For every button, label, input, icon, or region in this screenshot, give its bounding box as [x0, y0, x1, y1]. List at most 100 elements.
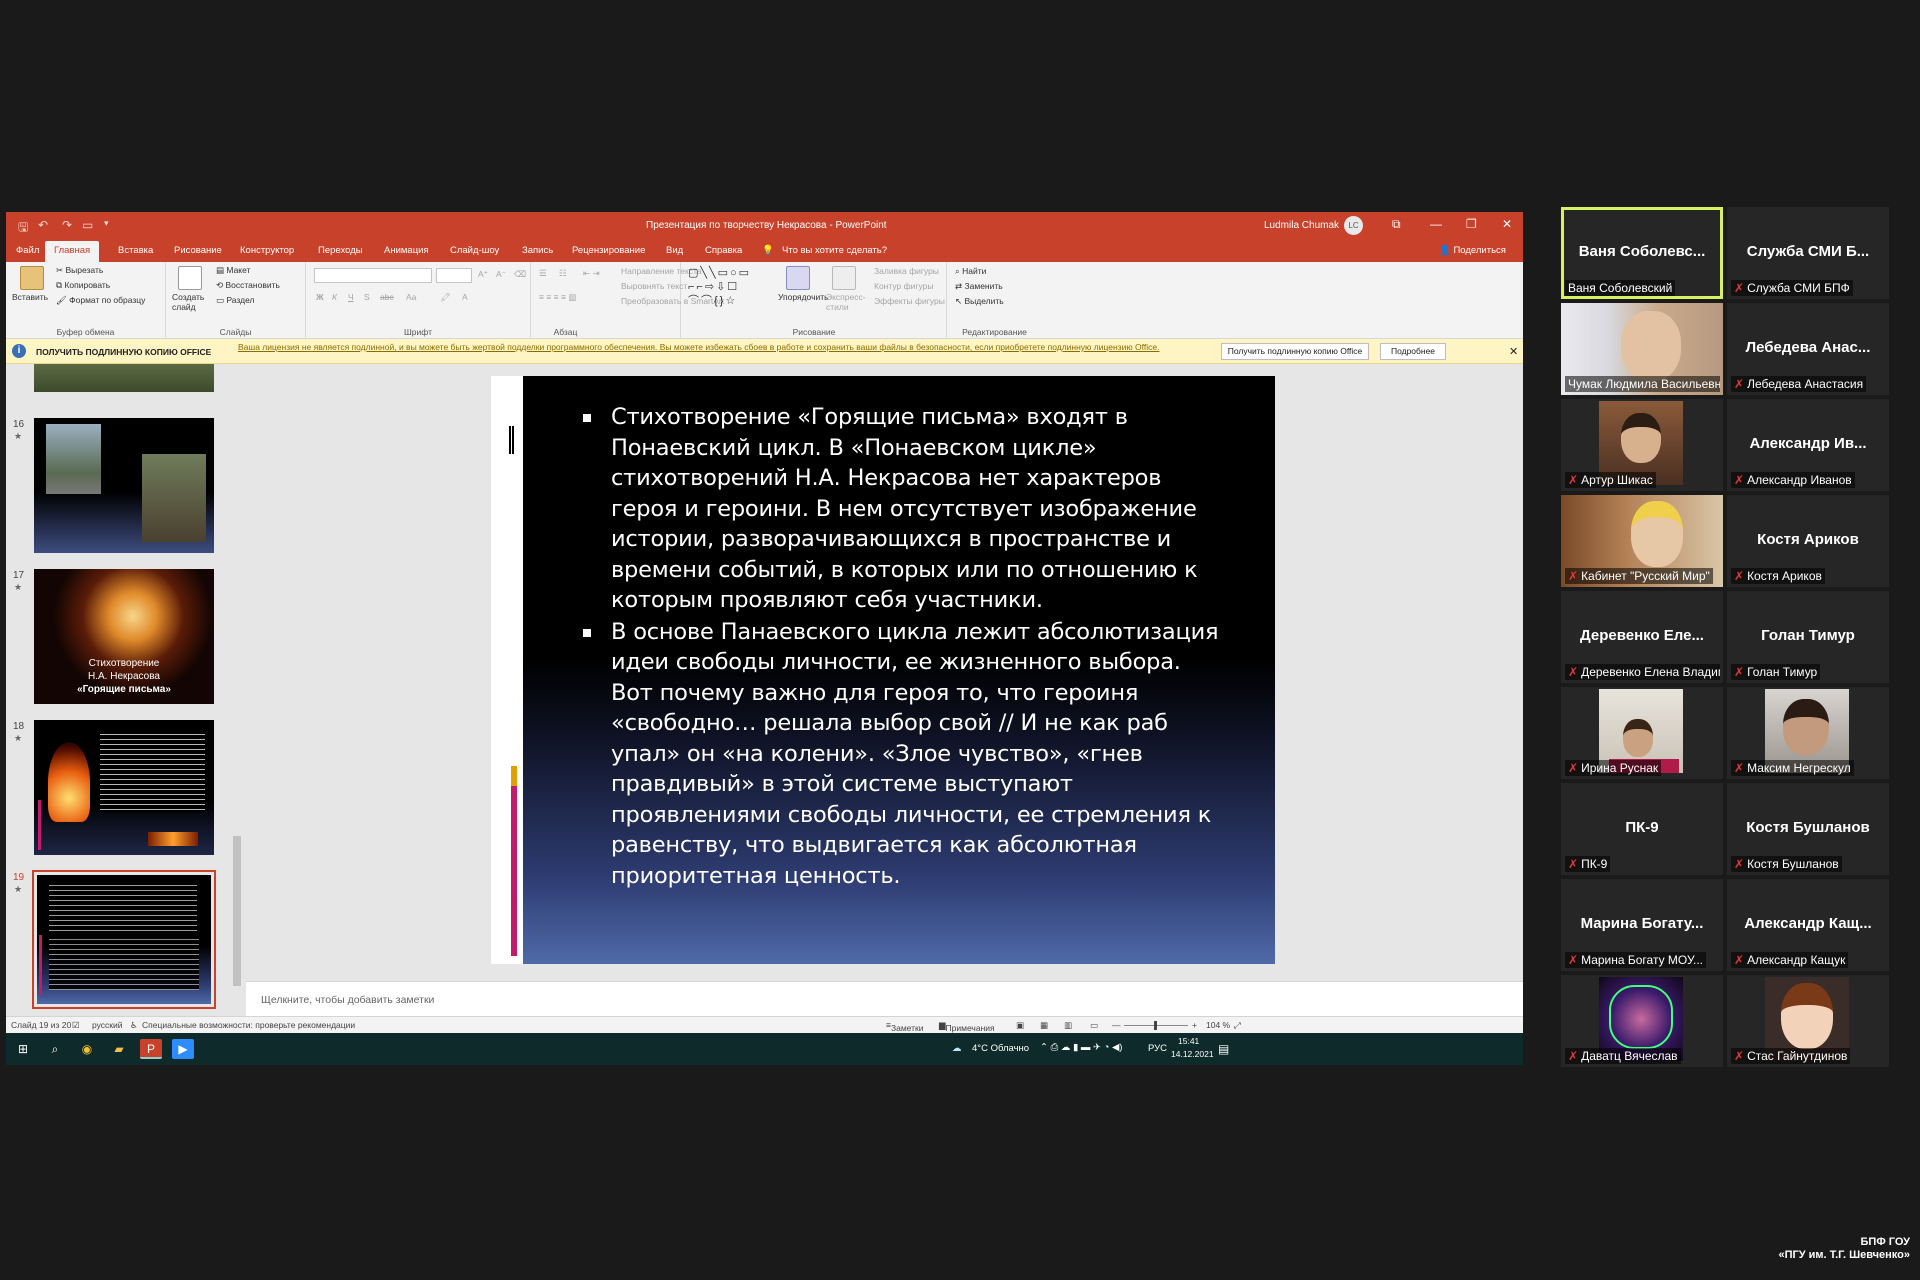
save-icon[interactable]: 🖫 [18, 218, 28, 239]
bullets-icon[interactable]: ☰ [539, 268, 547, 279]
zoom-slider-thumb[interactable] [1154, 1021, 1157, 1030]
reading-view-icon[interactable]: ▥ [1064, 1020, 1072, 1031]
clock-time[interactable]: 15:41 [1178, 1036, 1199, 1046]
highlight-icon[interactable]: 🖍 [440, 292, 451, 303]
zoom-out-icon[interactable]: — [1112, 1020, 1121, 1030]
select-button[interactable]: ↖ Выделить [955, 296, 1004, 307]
powerpoint-icon[interactable]: P [140, 1039, 162, 1059]
notification-icon[interactable]: ▤ [1218, 1042, 1229, 1056]
bold-button[interactable]: Ж [316, 292, 324, 302]
accessibility-icon[interactable]: ♿ [130, 1020, 138, 1031]
get-genuine-button[interactable]: Получить подлинную копию Office [1221, 343, 1369, 360]
participant-tile[interactable]: Костя Бушланов ✗ Костя Бушланов [1727, 783, 1889, 875]
sorter-view-icon[interactable]: ▦ [1040, 1020, 1048, 1031]
tray-icons[interactable]: ⌃ ⎙ ☁ ▮ ▬ ✈ ◔ ◀) [1040, 1042, 1122, 1053]
avatar[interactable]: LC [1344, 216, 1363, 235]
clear-format-icon[interactable]: ⌫ [514, 269, 526, 280]
slideshow-view-icon[interactable]: ▭ [1090, 1020, 1098, 1031]
tab-insert[interactable]: Вставка [118, 245, 153, 256]
new-slide-button[interactable]: Создать слайд [172, 292, 206, 312]
align-icons[interactable]: ≡ ≡ ≡ ≡ ▥ [539, 292, 576, 303]
participant-tile[interactable]: ✗ Даватц Вячеслав [1561, 975, 1723, 1067]
grow-font-icon[interactable]: A⁺ [478, 269, 488, 280]
tab-design[interactable]: Конструктор [240, 245, 294, 256]
format-painter-button[interactable]: 🖌 Формат по образцу [56, 295, 145, 306]
copy-button[interactable]: ⧉ Копировать [56, 280, 110, 291]
change-case-button[interactable]: Aa [406, 292, 416, 302]
chrome-icon[interactable]: ◉ [76, 1039, 98, 1059]
user-name[interactable]: Ludmila Chumak [1264, 220, 1339, 231]
participant-tile[interactable]: Голан Тимур ✗ Голан Тимур [1727, 591, 1889, 683]
participant-tile[interactable]: Деревенко Еле... ✗Деревенко Елена Владим… [1561, 591, 1723, 683]
ribbon-display-icon[interactable]: ⧉ [1392, 217, 1401, 232]
cut-button[interactable]: ✂ Вырезать [56, 265, 103, 276]
new-slide-icon[interactable] [178, 266, 202, 290]
spellcheck-icon[interactable]: ☑ [72, 1020, 80, 1031]
input-language[interactable]: РУС [1148, 1043, 1167, 1054]
participant-tile[interactable]: Костя Ариков ✗ Костя Ариков [1727, 495, 1889, 587]
arrange-button[interactable]: Упорядочить [778, 292, 829, 302]
participant-tile[interactable]: ПК-9 ✗ ПК-9 [1561, 783, 1723, 875]
reset-button[interactable]: ⟲ Восстановить [216, 280, 280, 291]
notes-toggle[interactable]: ≡ Заметки [886, 1020, 923, 1033]
fit-slide-icon[interactable]: ⤢ [1234, 1020, 1241, 1031]
current-slide[interactable]: Стихотворение «Горящие письма» входят в … [491, 376, 1275, 964]
tab-slideshow[interactable]: Слайд-шоу [450, 245, 499, 256]
accessibility-status[interactable]: Специальные возможности: проверьте реком… [142, 1020, 355, 1030]
close-icon[interactable]: ✕ [1502, 217, 1512, 231]
arrange-icon[interactable] [786, 266, 810, 290]
slide-editor-canvas[interactable]: Стихотворение «Горящие письма» входят в … [246, 364, 1523, 981]
slide-thumbnail[interactable]: Стихотворение Н.А. Некрасова «Горящие пи… [34, 569, 214, 704]
font-color-icon[interactable]: A [462, 292, 468, 302]
search-icon[interactable]: ⌕ [44, 1039, 66, 1059]
zoom-in-icon[interactable]: + [1192, 1020, 1197, 1030]
participant-tile[interactable]: Марина Богату... ✗ Марина Богату МОУ... [1561, 879, 1723, 971]
indent-icon[interactable]: ⇤ ⇥ [583, 268, 600, 279]
close-icon[interactable]: ✕ [1509, 345, 1518, 358]
shrink-font-icon[interactable]: A⁻ [496, 269, 506, 280]
italic-button[interactable]: К [332, 292, 337, 302]
find-button[interactable]: ⌕ Найти [955, 266, 986, 277]
notes-placeholder[interactable]: Щелкните, чтобы добавить заметки [261, 994, 434, 1006]
tab-home[interactable]: Главная [45, 241, 100, 262]
tab-help[interactable]: Справка [705, 245, 742, 256]
participant-tile[interactable]: Лебедева Анас... ✗ Лебедева Анастасия [1727, 303, 1889, 395]
thumbnails-scrollbar[interactable] [230, 364, 244, 1016]
font-family-select[interactable] [314, 268, 432, 283]
tab-record[interactable]: Запись [522, 245, 553, 256]
tab-view[interactable]: Вид [666, 245, 683, 256]
quick-styles-button[interactable]: Экспресс-стили [826, 292, 866, 312]
paste-icon[interactable] [20, 266, 44, 290]
normal-view-icon[interactable]: ▣ [1016, 1020, 1024, 1031]
windows-start-icon[interactable]: ⊞ [12, 1039, 34, 1059]
layout-button[interactable]: ▤ Макет [216, 265, 250, 276]
numbering-icon[interactable]: ☷ [559, 268, 567, 279]
participant-tile[interactable]: Ваня Соболевс... Ваня Соболевский [1561, 207, 1723, 299]
info-message[interactable]: Ваша лицензия не является подлинной, и в… [238, 342, 1198, 353]
shapes-gallery[interactable]: ▢╲╲▭○▭ ⌐⌐⇨⇩☐ ⌒⌒{}☆ [688, 266, 778, 308]
tab-review[interactable]: Рецензирование [572, 245, 645, 256]
share-button[interactable]: 👤 Поделиться [1439, 245, 1506, 256]
scrollbar-thumb[interactable] [233, 836, 241, 986]
shape-effects-button[interactable]: Эффекты фигуры [874, 296, 945, 306]
participant-tile[interactable]: Александр Кащ... ✗ Александр Кащук [1727, 879, 1889, 971]
slide-thumbnail[interactable] [34, 418, 214, 553]
participant-tile[interactable]: Чумак Людмила Васильевна [1561, 303, 1723, 395]
shape-fill-button[interactable]: Заливка фигуры [874, 266, 939, 276]
participant-tile[interactable]: ✗ Стас Гайнутдинов [1727, 975, 1889, 1067]
participant-tile[interactable]: ✗ Кабинет "Русский Мир" [1561, 495, 1723, 587]
slide-thumbnail[interactable] [34, 720, 214, 855]
tab-animations[interactable]: Анимация [384, 245, 429, 256]
participant-tile[interactable]: Александр Ив... ✗ Александр Иванов [1727, 399, 1889, 491]
customize-qa-icon[interactable]: ▾ [104, 218, 109, 229]
learn-more-button[interactable]: Подробнее [1380, 343, 1446, 360]
paste-button[interactable]: Вставить [12, 292, 48, 302]
slide-text-box[interactable]: Стихотворение «Горящие письма» входят в … [583, 402, 1223, 892]
weather-status[interactable]: 4°C Облачно [972, 1043, 1029, 1054]
underline-button[interactable]: Ч [348, 292, 354, 302]
shape-outline-button[interactable]: Контур фигуры [874, 281, 933, 291]
participant-tile[interactable]: ✗ Ирина Руснак [1561, 687, 1723, 779]
file-explorer-icon[interactable]: ▰ [108, 1039, 130, 1059]
tab-transitions[interactable]: Переходы [318, 245, 363, 256]
quick-styles-icon[interactable] [832, 266, 856, 290]
